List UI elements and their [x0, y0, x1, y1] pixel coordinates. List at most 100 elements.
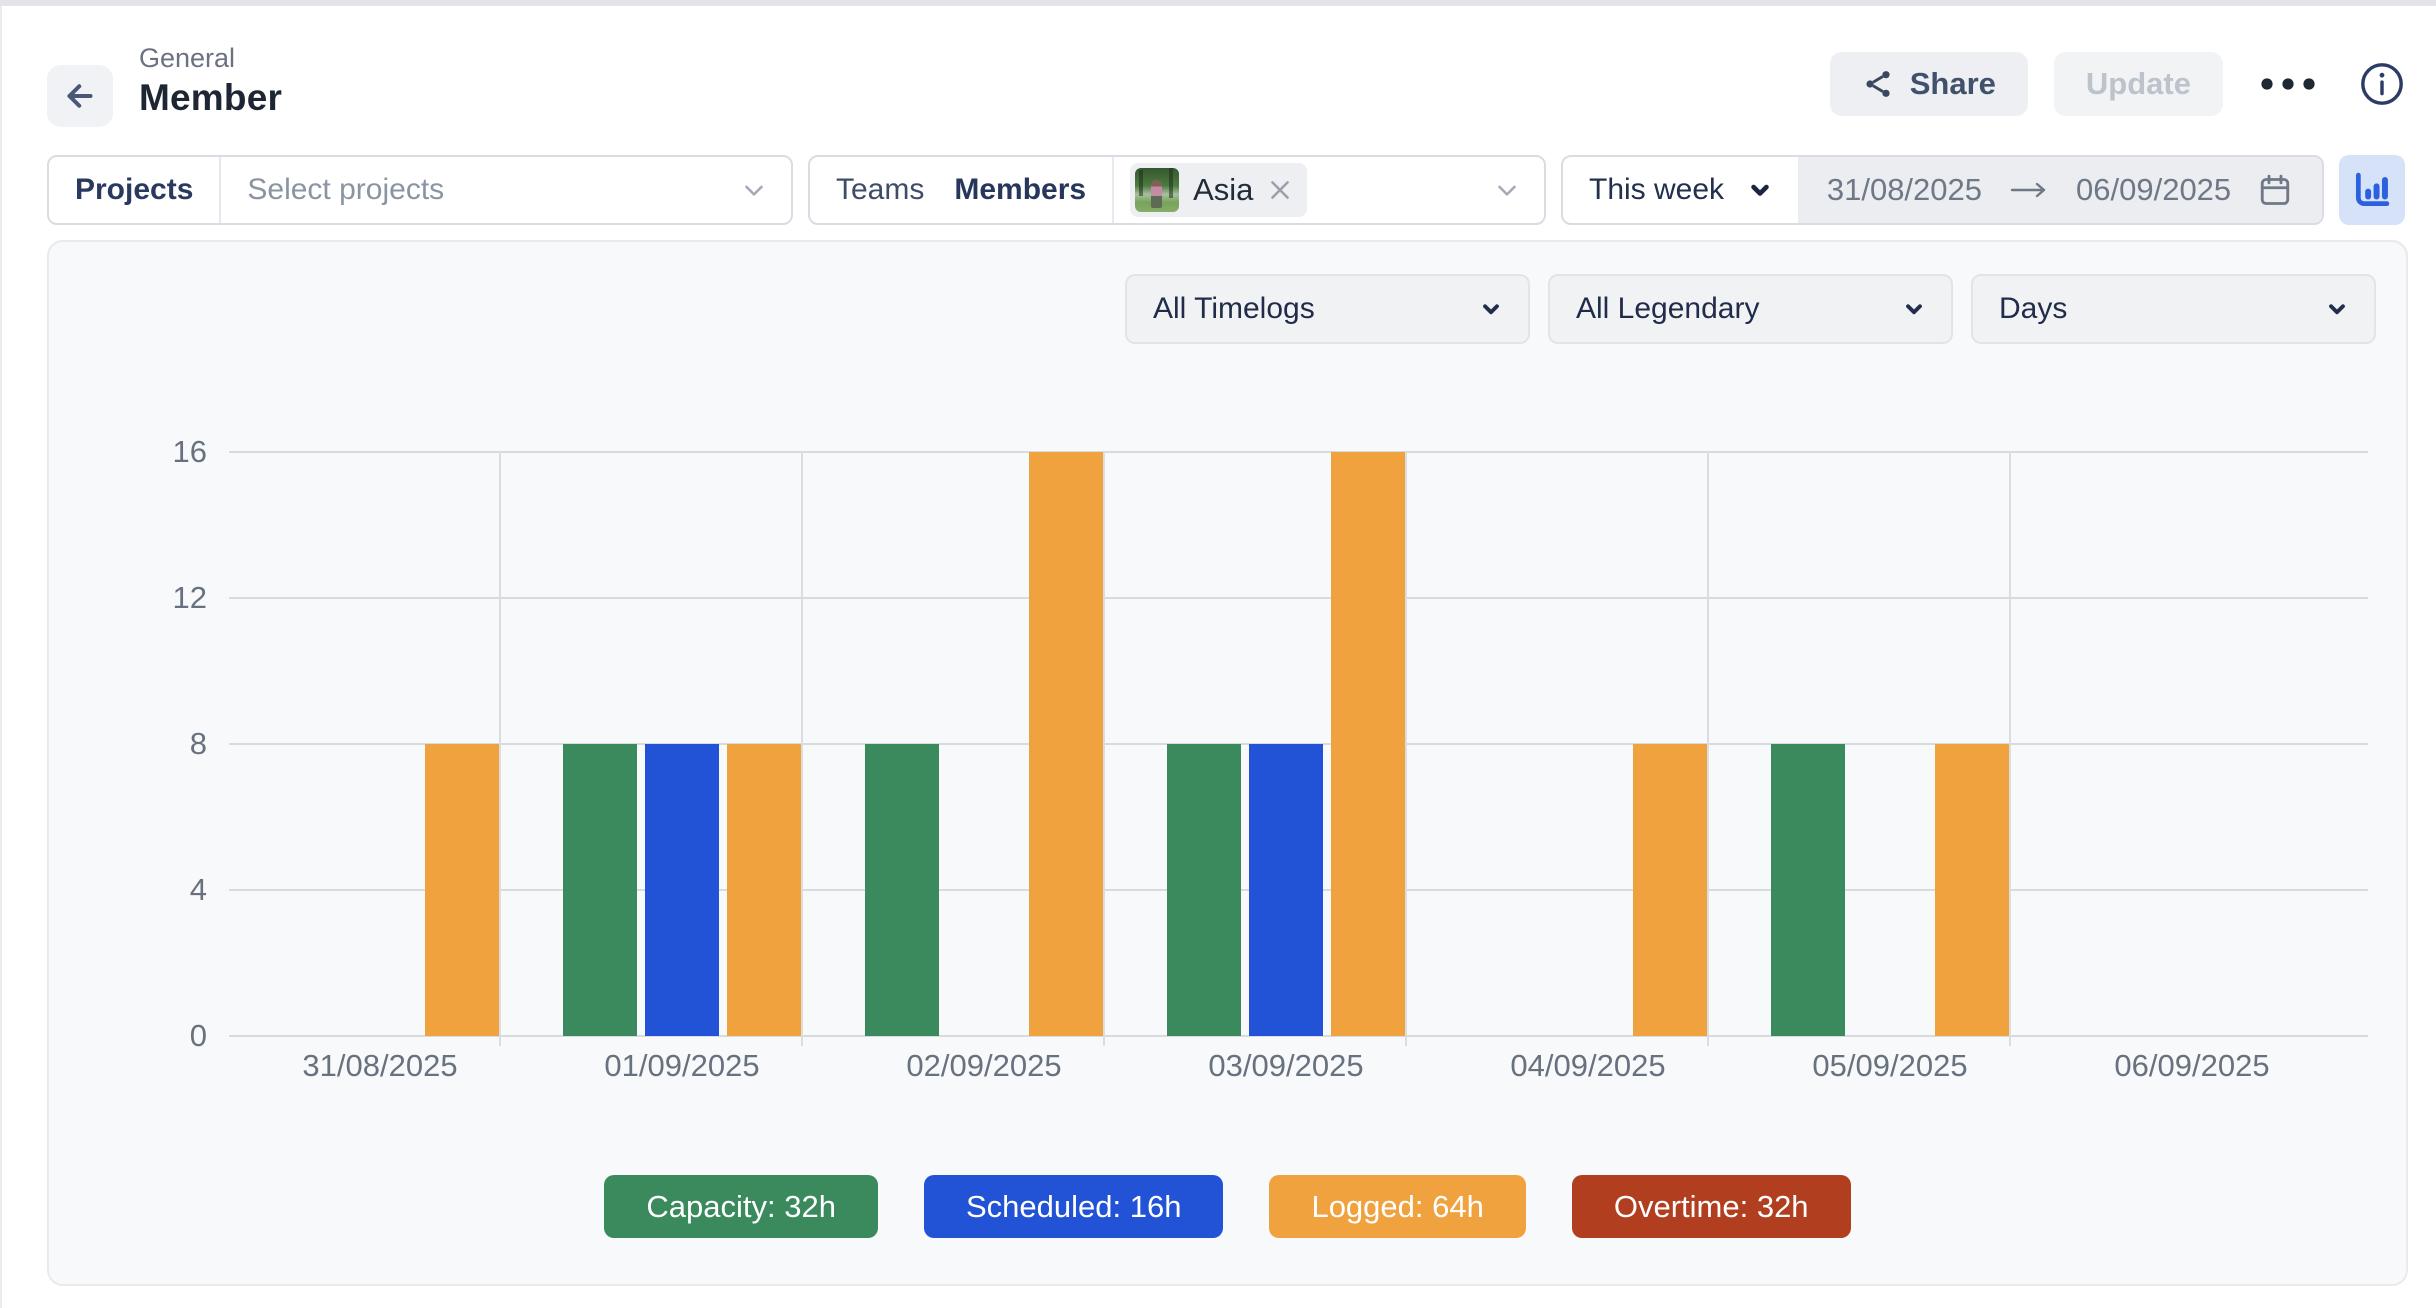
- y-axis-tick-label: 12: [173, 580, 207, 616]
- bar-slot: [425, 452, 499, 1036]
- date-range-filter: This week 31/08/2025 06/09/2025: [1561, 155, 2324, 225]
- window-left-edge: [0, 6, 2, 1308]
- bar-slot: [1167, 452, 1241, 1036]
- bar-slot: [865, 452, 939, 1036]
- x-axis-labels: 31/08/202501/09/202502/09/202503/09/2025…: [229, 1048, 2343, 1084]
- bar-slot: [727, 452, 801, 1036]
- bar-logged[interactable]: [1331, 452, 1405, 1036]
- report-card: All Timelogs All Legendary Days 0481216 …: [47, 240, 2408, 1286]
- chart-category-group: [833, 452, 1135, 1036]
- share-button-label: Share: [1910, 66, 1996, 102]
- chevron-down-icon: [1478, 296, 1504, 322]
- back-button[interactable]: [47, 65, 113, 127]
- y-axis-tick-label: 0: [190, 1018, 207, 1054]
- bar-logged[interactable]: [727, 744, 801, 1036]
- chart-legend: Capacity: 32h Scheduled: 16h Logged: 64h Ov…: [49, 1175, 2406, 1238]
- share-button[interactable]: Share: [1830, 52, 2028, 116]
- group-separator-line: [2009, 452, 2011, 1046]
- legend-pill-overtime[interactable]: Overtime: 32h: [1572, 1175, 1851, 1238]
- members-filter: Teams Members Asia: [808, 155, 1546, 225]
- chart-category-group: [229, 452, 531, 1036]
- bar-slot: [563, 452, 637, 1036]
- bar-logged[interactable]: [425, 744, 499, 1036]
- legendary-dropdown-value: All Legendary: [1576, 292, 1759, 326]
- group-separator-line: [1405, 452, 1407, 1046]
- x-axis-tick-label: 03/09/2025: [1135, 1048, 1437, 1084]
- granularity-dropdown[interactable]: Days: [1971, 274, 2376, 344]
- ellipsis-icon: [2259, 76, 2317, 92]
- bar-logged[interactable]: [1935, 744, 2009, 1036]
- y-axis-tick-label: 16: [173, 434, 207, 470]
- date-range-picker[interactable]: 31/08/2025 06/09/2025: [1798, 157, 2322, 223]
- page-title: Member: [139, 75, 282, 121]
- more-options-button[interactable]: [2259, 76, 2317, 92]
- member-avatar: [1135, 168, 1179, 212]
- filter-bar: Projects Select projects Teams Members A…: [47, 155, 2405, 225]
- x-axis-tick-label: 06/09/2025: [2041, 1048, 2343, 1084]
- bar-scheduled[interactable]: [1249, 744, 1323, 1036]
- bar-logged[interactable]: [1029, 452, 1103, 1036]
- x-axis-tick-label: 05/09/2025: [1739, 1048, 2041, 1084]
- bar-capacity[interactable]: [1167, 744, 1241, 1036]
- legend-pill-logged[interactable]: Logged: 64h: [1269, 1175, 1525, 1238]
- bar-slot: [1633, 452, 1707, 1036]
- breadcrumb: General: [139, 41, 282, 75]
- legend-pill-capacity[interactable]: Capacity: 32h: [604, 1175, 878, 1238]
- group-separator-line: [801, 452, 803, 1046]
- bar-slot: [1249, 452, 1323, 1036]
- period-select[interactable]: This week: [1563, 173, 1746, 207]
- projects-filter[interactable]: Projects Select projects: [47, 155, 793, 225]
- projects-select-placeholder[interactable]: Select projects: [221, 173, 739, 207]
- share-nodes-icon: [1862, 68, 1894, 100]
- chevron-down-icon: [2324, 296, 2350, 322]
- group-separator-line: [1103, 452, 1105, 1046]
- bar-slot: [947, 452, 1021, 1036]
- chart-category-group: [1437, 452, 1739, 1036]
- bar-scheduled[interactable]: [645, 744, 719, 1036]
- bar-capacity[interactable]: [865, 744, 939, 1036]
- arrow-right-icon: [2008, 179, 2050, 201]
- update-button[interactable]: Update: [2054, 52, 2223, 116]
- chevron-down-icon: [1492, 175, 1522, 205]
- bar-capacity[interactable]: [1771, 744, 1845, 1036]
- legendary-dropdown[interactable]: All Legendary: [1548, 274, 1953, 344]
- x-icon[interactable]: [1267, 177, 1293, 203]
- chevron-down-icon[interactable]: [1746, 176, 1774, 204]
- bar-logged[interactable]: [1633, 744, 1707, 1036]
- calendar-icon: [2257, 172, 2293, 208]
- bar-slot: [1551, 452, 1625, 1036]
- page-header: General Member Share Update: [47, 36, 2405, 132]
- bar-slot: [1331, 452, 1405, 1036]
- bar-slot: [1771, 452, 1845, 1036]
- group-separator-line: [1707, 452, 1709, 1046]
- timelogs-dropdown[interactable]: All Timelogs: [1125, 274, 1530, 344]
- date-to[interactable]: 06/09/2025: [2076, 172, 2231, 208]
- bar-slot: [2073, 452, 2147, 1036]
- tab-teams[interactable]: Teams: [810, 173, 924, 207]
- bar-chart-icon: [2351, 169, 2393, 211]
- bar-slot: [261, 452, 335, 1036]
- projects-label: Projects: [49, 173, 219, 207]
- chart-category-group: [2041, 452, 2343, 1036]
- chevron-down-icon: [739, 175, 769, 205]
- bar-slot: [1029, 452, 1103, 1036]
- info-circle-icon: [2359, 61, 2405, 107]
- bar-slot: [1853, 452, 1927, 1036]
- granularity-dropdown-value: Days: [1999, 292, 2067, 326]
- bar-slot: [1935, 452, 2009, 1036]
- bar-capacity[interactable]: [563, 744, 637, 1036]
- date-from[interactable]: 31/08/2025: [1827, 172, 1982, 208]
- legend-pill-scheduled[interactable]: Scheduled: 16h: [924, 1175, 1223, 1238]
- chart-category-group: [531, 452, 833, 1036]
- x-axis-tick-label: 04/09/2025: [1437, 1048, 1739, 1084]
- bar-slot: [343, 452, 417, 1036]
- x-axis-tick-label: 01/09/2025: [531, 1048, 833, 1084]
- window-top-edge: [0, 0, 2436, 6]
- x-axis-tick-label: 02/09/2025: [833, 1048, 1135, 1084]
- members-select-zone[interactable]: Asia: [1112, 157, 1492, 223]
- chart-view-button[interactable]: [2339, 155, 2405, 225]
- tab-members[interactable]: Members: [924, 173, 1086, 207]
- info-button[interactable]: [2359, 61, 2405, 107]
- member-chip[interactable]: Asia: [1130, 163, 1307, 217]
- timelogs-dropdown-value: All Timelogs: [1153, 292, 1315, 326]
